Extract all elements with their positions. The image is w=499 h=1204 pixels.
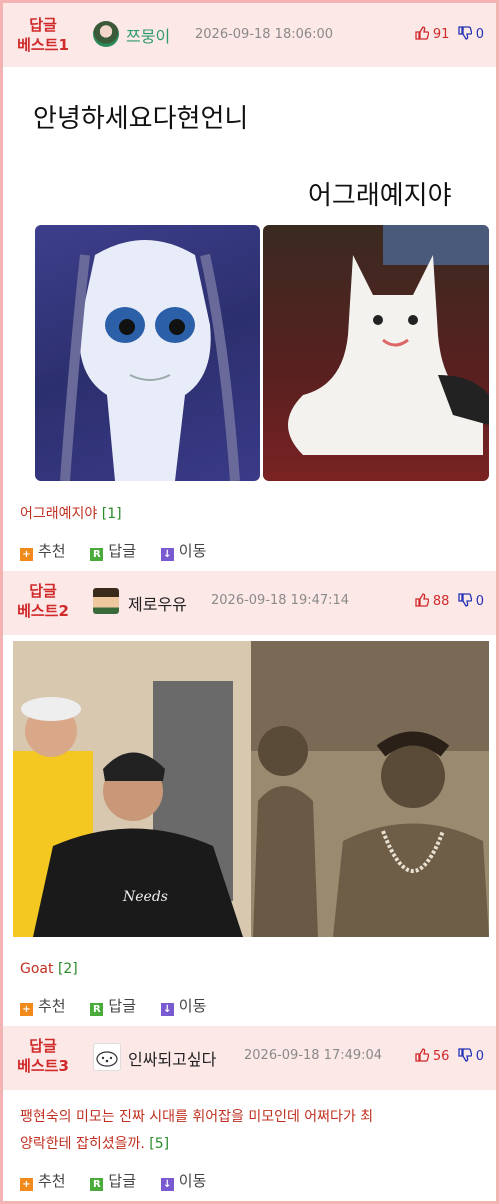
move-button[interactable]: ↓ 이동 [160, 995, 207, 1016]
down-arrow-square-icon: ↓ [160, 1178, 174, 1191]
down-arrow-square-icon: ↓ [160, 1003, 174, 1016]
timestamp: 2026-09-18 17:49:04 [244, 1048, 383, 1063]
reply-comment: 어그래예지야 [1] [20, 503, 122, 523]
down-arrow-square-icon: ↓ [160, 548, 174, 561]
upvote-button[interactable]: 88 [415, 593, 454, 609]
recommend-label: 추천 [38, 1172, 66, 1190]
upvote-button[interactable]: 56 [415, 1048, 454, 1064]
thumb-up-icon [415, 593, 429, 607]
move-label: 이동 [178, 997, 207, 1015]
timestamp: 2026-09-18 18:06:00 [195, 27, 334, 42]
move-label: 이동 [178, 1172, 207, 1190]
move-button[interactable]: ↓ 이동 [160, 540, 207, 561]
shirt-text: Needs [122, 889, 168, 905]
reply-count[interactable]: [1] [102, 506, 122, 522]
recommend-button[interactable]: + 추천 [20, 540, 66, 561]
best-badge: 답글 베스트2 [13, 581, 73, 621]
reply-label: 답글 [108, 542, 136, 560]
thumb-up-icon [415, 1048, 429, 1062]
post-header: 답글 베스트1 쯔뭉이 2026-09-18 18:06:00 91 0 [3, 3, 496, 67]
vote-counts: 88 0 [415, 593, 484, 609]
bear-icon [96, 1051, 118, 1067]
post-header: 답글 베스트3 인싸되고싶다 2026-09-18 17:49:04 56 0 [3, 1026, 496, 1090]
reply-comment: Goat [2] [20, 961, 78, 977]
move-button[interactable]: ↓ 이동 [160, 1170, 207, 1191]
plus-square-icon: + [20, 1003, 33, 1016]
vote-counts: 91 0 [415, 26, 484, 42]
comment-text: 팽현숙의 미모는 진짜 시대를 휘어잡을 미모인데 어쩌다가 최 [20, 1109, 374, 1125]
comment-text: 어그래예지야 [20, 506, 98, 522]
reply-button[interactable]: R 답글 [90, 995, 136, 1016]
reply-count[interactable]: [5] [149, 1136, 169, 1152]
dragon-illustration [60, 240, 240, 481]
reply-count[interactable]: [2] [58, 961, 78, 977]
nickname[interactable]: 제로우유 [128, 591, 187, 615]
thumb-down-icon [457, 1048, 472, 1062]
dragon-image[interactable] [35, 225, 260, 481]
downvote-button[interactable]: 0 [457, 593, 484, 609]
recommend-button[interactable]: + 추천 [20, 995, 66, 1016]
best-badge: 답글 베스트3 [13, 1036, 73, 1076]
image-caption-bottom: 어그래예지야 [308, 181, 452, 211]
comment-text: Goat [20, 961, 54, 977]
action-bar: + 추천 R 답글 ↓ 이동 [20, 995, 226, 1016]
reply-button[interactable]: R 답글 [90, 540, 136, 561]
reply-comment: 팽현숙의 미모는 진짜 시대를 휘어잡을 미모인데 어쩌다가 최 양락한테 잡히… [20, 1104, 485, 1158]
downvote-count: 0 [475, 27, 484, 42]
move-label: 이동 [178, 542, 207, 560]
badge-rank: 베스트2 [17, 602, 69, 620]
reply-label: 답글 [108, 1172, 136, 1190]
upvote-count: 88 [432, 594, 450, 609]
cat-image[interactable] [263, 225, 489, 481]
avatar[interactable] [93, 588, 119, 614]
recommend-label: 추천 [38, 542, 66, 560]
upvote-button[interactable]: 91 [415, 26, 454, 42]
plus-square-icon: + [20, 1178, 33, 1191]
downvote-count: 0 [475, 594, 484, 609]
downvote-button[interactable]: 0 [457, 26, 484, 42]
upvote-count: 56 [432, 1049, 450, 1064]
nickname[interactable]: 쯔뭉이 [126, 23, 170, 47]
r-square-icon: R [90, 1003, 104, 1016]
badge-label: 답글 [29, 16, 57, 34]
best-replies-panel: 답글 베스트1 쯔뭉이 2026-09-18 18:06:00 91 0 안녕하… [0, 0, 499, 1204]
reply-label: 답글 [108, 997, 136, 1015]
recommend-label: 추천 [38, 997, 66, 1015]
thumb-up-icon [415, 26, 429, 40]
badge-label: 답글 [29, 1037, 57, 1055]
photo-illustration: Needs [13, 641, 489, 937]
downvote-count: 0 [475, 1049, 484, 1064]
comment-text: 양락한테 잡히셨을까. [20, 1136, 145, 1152]
vote-counts: 56 0 [415, 1048, 484, 1064]
avatar[interactable] [93, 1043, 121, 1071]
r-square-icon: R [90, 548, 104, 561]
image-caption-top: 안녕하세요다현언니 [33, 104, 249, 134]
thumb-down-icon [457, 593, 472, 607]
timestamp: 2026-09-18 19:47:14 [211, 593, 350, 608]
action-bar: + 추천 R 답글 ↓ 이동 [20, 540, 226, 561]
downvote-button[interactable]: 0 [457, 1048, 484, 1064]
badge-label: 답글 [29, 582, 57, 600]
nickname[interactable]: 인싸되고싶다 [128, 1046, 216, 1070]
thumb-down-icon [457, 26, 472, 40]
r-square-icon: R [90, 1178, 104, 1191]
badge-rank: 베스트1 [17, 36, 69, 54]
post-header: 답글 베스트2 제로우유 2026-09-18 19:47:14 88 0 [3, 571, 496, 635]
action-bar: + 추천 R 답글 ↓ 이동 [20, 1170, 226, 1191]
badge-rank: 베스트3 [17, 1057, 69, 1075]
comparison-photo[interactable]: Needs [13, 641, 489, 937]
plus-square-icon: + [20, 548, 33, 561]
upvote-count: 91 [432, 27, 450, 42]
best-badge: 답글 베스트1 [13, 15, 73, 55]
cat-illustration [288, 225, 489, 455]
avatar[interactable] [93, 21, 119, 47]
recommend-button[interactable]: + 추천 [20, 1170, 66, 1191]
reply-button[interactable]: R 답글 [90, 1170, 136, 1191]
